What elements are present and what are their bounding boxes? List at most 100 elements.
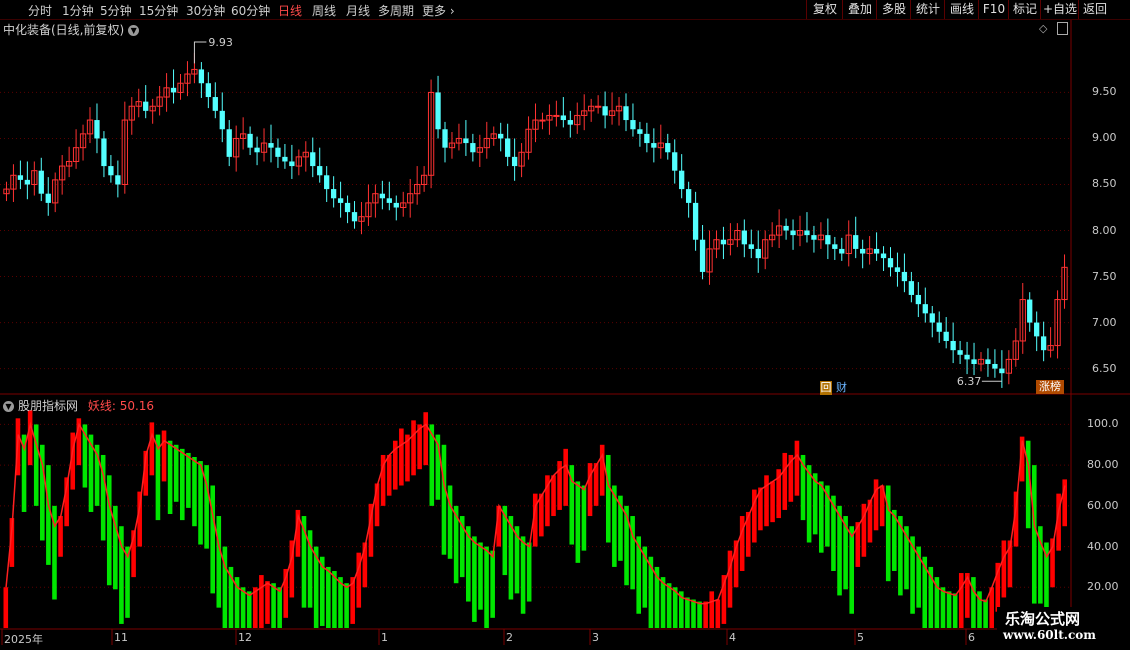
candle-down (505, 138, 511, 157)
candle-up (553, 114, 560, 117)
x-axis-label: 11 (114, 631, 128, 644)
brand-watermark: 乐淘公式网 www.60lt.com (997, 607, 1127, 647)
candle-down (651, 143, 657, 148)
candle-down (310, 152, 316, 167)
candle-down (1027, 299, 1033, 323)
indicator-tick-label: 60.00 (1087, 498, 1119, 512)
candle-down (720, 239, 727, 245)
indicator-bar (472, 536, 477, 622)
candle-down (351, 212, 358, 222)
candle-down (644, 133, 650, 144)
indicator-bar (940, 587, 946, 628)
indicator-tick-label: 40.00 (1087, 539, 1119, 553)
x-axis-label: 12 (238, 631, 252, 644)
candle-down (839, 248, 845, 254)
indicator-bar (946, 591, 952, 628)
candle-down (999, 368, 1005, 374)
candle-down (679, 170, 685, 190)
badge-zhangbang[interactable]: 涨榜 (1036, 380, 1064, 394)
candle-down (330, 189, 337, 199)
brand-url: www.60lt.com (1003, 628, 1096, 642)
low-marker-label: 6.37 (957, 375, 982, 388)
indicator-bar (216, 516, 222, 608)
candle-down (873, 248, 880, 254)
indicator-tick-label: 100.0 (1087, 417, 1119, 431)
indicator-bar (709, 591, 715, 628)
badge-cai[interactable]: 财 (836, 381, 847, 395)
candle-up (595, 105, 602, 108)
candle-down (511, 156, 518, 167)
candle-down (101, 138, 107, 167)
candle-down (393, 202, 399, 208)
indicator-bar (277, 587, 282, 628)
indicator-title: ▼ 股朋指标网 妖线: 50.16 (3, 397, 154, 414)
indicator-bar (332, 571, 337, 628)
candle-down (699, 239, 706, 272)
indicator-bar (27, 410, 33, 466)
indicator-bar (739, 516, 745, 571)
candle-down (442, 129, 448, 148)
candle-down (783, 225, 789, 231)
candle-down (685, 189, 692, 203)
indicator-bar (587, 463, 593, 517)
candle-down (915, 294, 921, 305)
indicator-bar (179, 448, 185, 521)
indicator-bar (344, 583, 349, 628)
indicator-bar (697, 601, 702, 628)
indicator-bar (167, 440, 173, 514)
candle-down (748, 244, 754, 249)
indicator-bar (575, 481, 581, 563)
price-tick-label: 7.50 (1092, 269, 1117, 283)
candle-down (289, 161, 295, 167)
candle-down (170, 87, 177, 93)
candle-down (94, 120, 100, 139)
indicator-bar (1031, 465, 1037, 604)
candle-down (463, 138, 469, 144)
chevron-down-icon[interactable]: ▼ (3, 401, 14, 412)
indicator-bar (727, 550, 733, 608)
candle-down (1040, 336, 1047, 351)
candle-down (386, 198, 392, 203)
indicator-bar (983, 599, 988, 628)
indicator-bar (770, 481, 775, 523)
x-axis-label: 1 (381, 631, 388, 644)
candle-down (379, 193, 386, 199)
indicator-bar (423, 412, 428, 466)
candle-down (226, 129, 232, 157)
candle-down (755, 248, 761, 259)
indicator-bar (271, 583, 276, 628)
price-tick-label: 7.00 (1092, 315, 1117, 329)
candle-down (929, 313, 935, 323)
indicator-bar (703, 601, 708, 628)
candle-down (630, 120, 636, 130)
candle-down (672, 152, 678, 171)
indicator-bar (411, 420, 416, 476)
candle-down (825, 235, 831, 245)
candle-down (971, 359, 977, 364)
candle-down (853, 235, 859, 249)
indicator-bar (173, 444, 179, 502)
candle-down (1034, 322, 1040, 337)
x-axis-label: 2 (506, 631, 513, 644)
indicator-bar (794, 440, 800, 496)
candle-down (247, 133, 253, 148)
candle-down (804, 230, 810, 236)
indicator-bar (246, 591, 252, 628)
indicator-bar (259, 575, 264, 628)
indicator-bar (806, 465, 812, 543)
candle-down (435, 92, 441, 130)
indicator-bar (551, 475, 556, 517)
candle-down (950, 340, 956, 351)
indicator-bar (520, 536, 526, 614)
indicator-bar (605, 454, 611, 543)
candle-down (337, 198, 344, 203)
candle-down (45, 193, 51, 203)
candle-down (936, 322, 942, 332)
badge-hui[interactable]: 回 (820, 381, 832, 395)
price-tick-label: 9.00 (1092, 131, 1117, 145)
candle-down (198, 69, 205, 84)
candle-down (275, 147, 281, 157)
indicator-bar (399, 428, 404, 486)
indicator-bar (685, 597, 690, 628)
indicator-bar (186, 452, 191, 508)
